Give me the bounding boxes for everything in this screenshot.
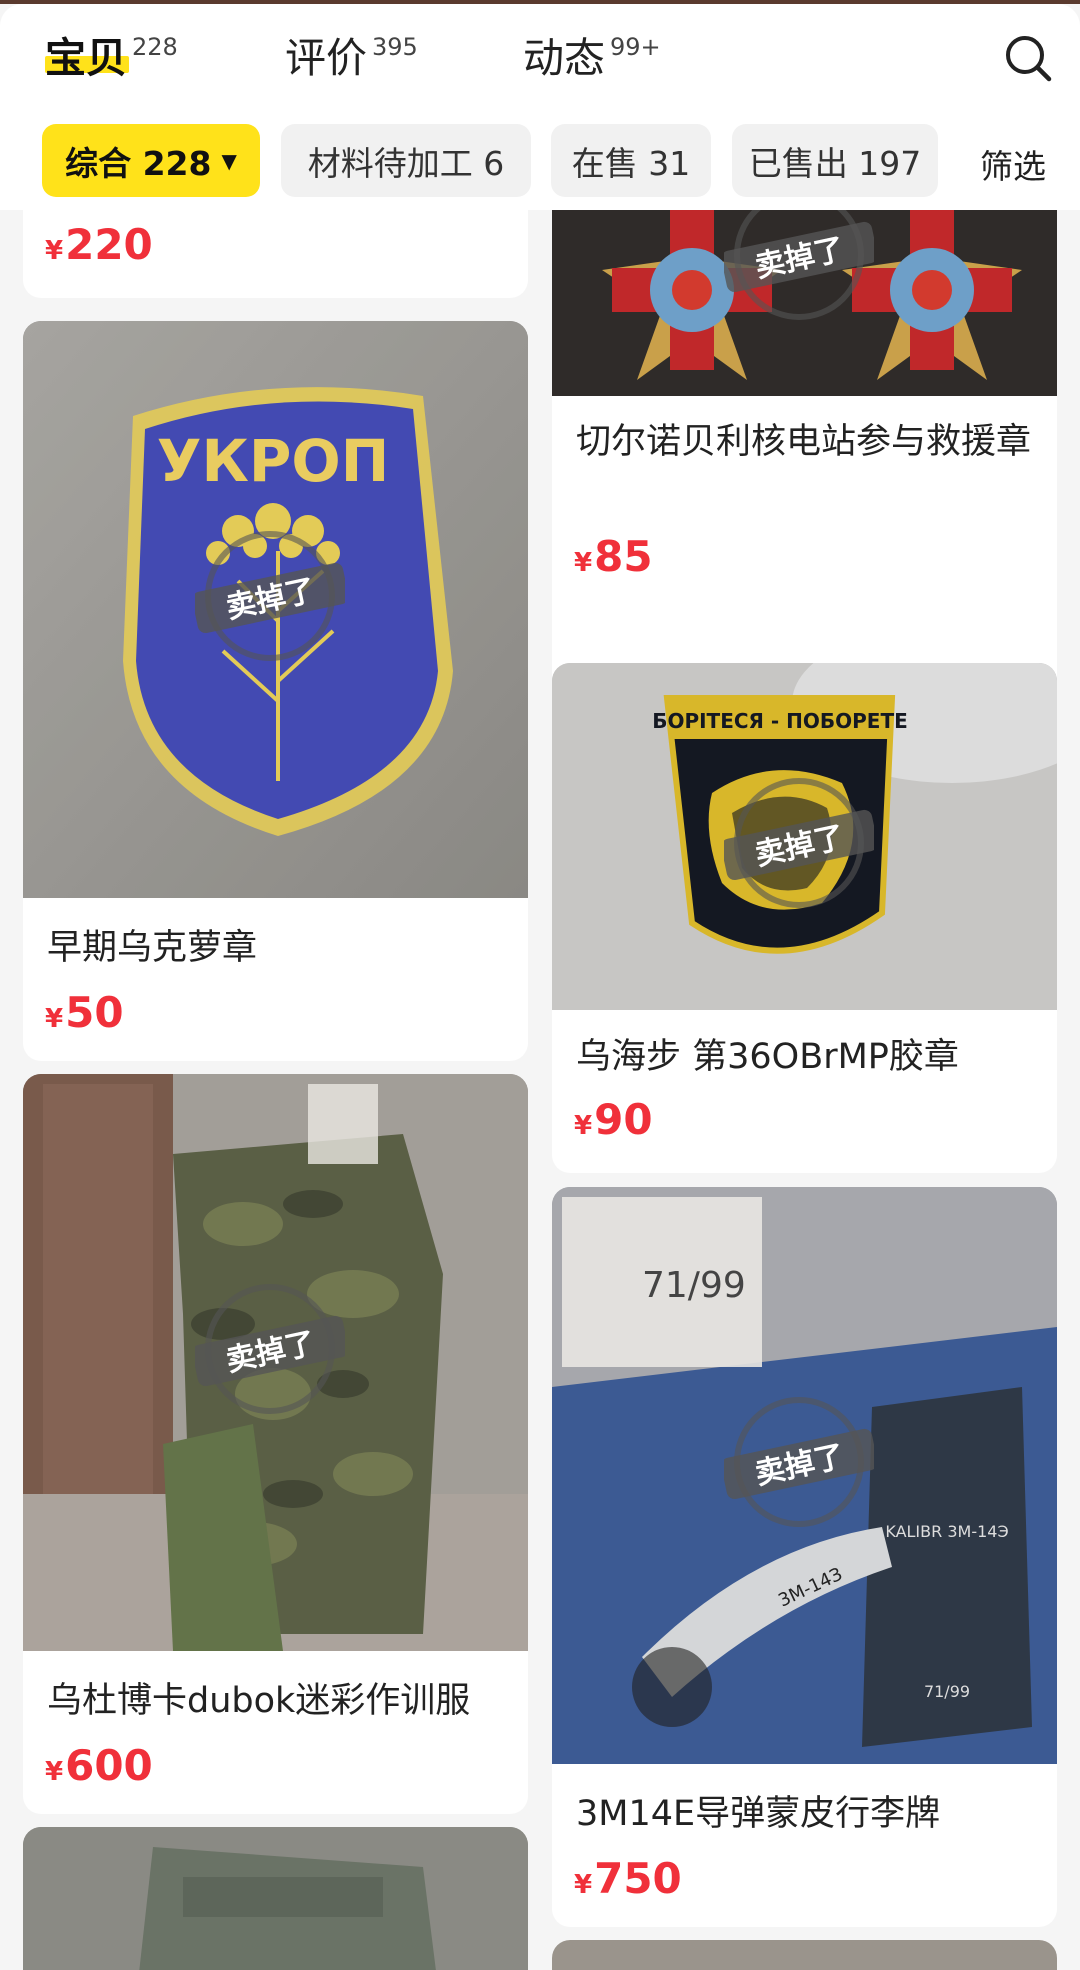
filter-button[interactable]: 筛选 (980, 140, 1046, 188)
sold-stamp: 卖掉了 (724, 210, 874, 320)
chip-sold[interactable]: 已售出 197 (732, 124, 938, 197)
tag-caption: KALIBR 3M-14Э (885, 1522, 1008, 1541)
price: ¥85 (574, 532, 653, 588)
product-photo (552, 1940, 1057, 1970)
currency-symbol: ¥ (45, 1004, 64, 1034)
product-photo: 卖掉了 (23, 1074, 528, 1651)
sold-stamp: 卖掉了 (724, 1397, 874, 1527)
product-photo: БОРІТЕСЯ - ПОБОРЕТЕ 卖掉了 (552, 663, 1057, 1010)
price: ¥600 (45, 1741, 153, 1797)
header: 宝贝 228 评价 395 动态 99+ 综合 228 ▼ 材料待加工 6 在售… (0, 4, 1080, 210)
price-value: 50 (65, 988, 124, 1037)
product-photo: 卖掉了 (552, 210, 1057, 396)
product-card[interactable]: БОРІТЕСЯ - ПОБОРЕТЕ 卖掉了 乌海步 第36OBrMP胶章 ¥… (552, 663, 1057, 1173)
price-value: 220 (65, 220, 153, 269)
product-photo: 71/99 KALIBR 3M-14Э 71/99 3M-14З 卖掉了 (552, 1187, 1057, 1764)
filter-chips: 综合 228 ▼ 材料待加工 6 在售 31 已售出 197 筛选 (0, 120, 1080, 198)
tab-label: 动态 (523, 34, 605, 82)
product-photo: УКРОП 卖掉了 (23, 321, 528, 898)
tab-activity[interactable]: 动态 99+ (523, 30, 661, 90)
currency-symbol: ¥ (574, 548, 593, 578)
product-card[interactable]: 71/99 KALIBR 3M-14Э 71/99 3M-14З 卖掉了 3M1… (552, 1187, 1057, 1927)
item-illustration (23, 1827, 528, 1970)
search-icon[interactable] (1002, 32, 1054, 84)
product-title: 早期乌克萝章 (47, 928, 258, 968)
price-value: 600 (65, 1741, 153, 1790)
price-value: 90 (594, 1095, 653, 1144)
product-title: 乌海步 第36OBrMP胶章 (576, 1037, 959, 1077)
chip-label: 综合 228 (65, 143, 212, 183)
product-photo (23, 1827, 528, 1970)
product-card[interactable]: ¥220 (23, 210, 528, 298)
caret-down-icon: ▼ (221, 148, 237, 173)
sold-stamp: 卖掉了 (195, 1284, 345, 1414)
chip-on-sale[interactable]: 在售 31 (551, 124, 711, 197)
price: ¥750 (574, 1854, 682, 1910)
tab-count: 395 (372, 33, 418, 61)
currency-symbol: ¥ (45, 1757, 64, 1787)
price: ¥50 (45, 988, 124, 1044)
product-card[interactable] (552, 1940, 1057, 1970)
tab-count: 99+ (610, 33, 661, 61)
price-value: 85 (594, 532, 653, 581)
chip-label: 在售 31 (571, 143, 691, 183)
sold-stamp: 卖掉了 (724, 778, 874, 908)
price-value: 750 (594, 1854, 682, 1903)
product-feed[interactable]: ¥220 УКРОП 卖掉了 早期乌克萝章 ¥50 卖掉了 乌杜博卡dubok迷… (0, 210, 1080, 1970)
sold-stamp: 卖掉了 (195, 531, 345, 661)
product-title: 切尔诺贝利核电站参与救援章 (576, 422, 1032, 462)
chip-overall[interactable]: 综合 228 ▼ (42, 124, 260, 197)
chip-label: 已售出 197 (748, 143, 922, 183)
currency-symbol: ¥ (574, 1870, 593, 1900)
tab-items[interactable]: 宝贝 228 (45, 30, 178, 90)
product-card[interactable] (23, 1827, 528, 1970)
tab-label: 评价 (285, 34, 367, 82)
tab-reviews[interactable]: 评价 395 (285, 30, 418, 90)
price: ¥220 (45, 220, 153, 276)
product-card[interactable]: 卖掉了 乌杜博卡dubok迷彩作训服 ¥600 (23, 1074, 528, 1814)
tab-count: 228 (132, 33, 178, 61)
tag-handwriting: 71/99 (642, 1265, 746, 1306)
product-card[interactable]: УКРОП 卖掉了 早期乌克萝章 ¥50 (23, 321, 528, 1061)
price: ¥90 (574, 1095, 653, 1151)
tag-number: 71/99 (924, 1682, 970, 1701)
product-title: 乌杜博卡dubok迷彩作训服 (47, 1681, 471, 1721)
product-title: 3M14E导弹蒙皮行李牌 (576, 1794, 941, 1834)
currency-symbol: ¥ (574, 1111, 593, 1141)
currency-symbol: ¥ (45, 236, 64, 266)
patch-text: БОРІТЕСЯ - ПОБОРЕТЕ (652, 709, 908, 733)
chip-label: 材料待加工 6 (307, 143, 505, 183)
tab-label: 宝贝 (45, 34, 127, 82)
chip-to-process[interactable]: 材料待加工 6 (281, 124, 531, 197)
